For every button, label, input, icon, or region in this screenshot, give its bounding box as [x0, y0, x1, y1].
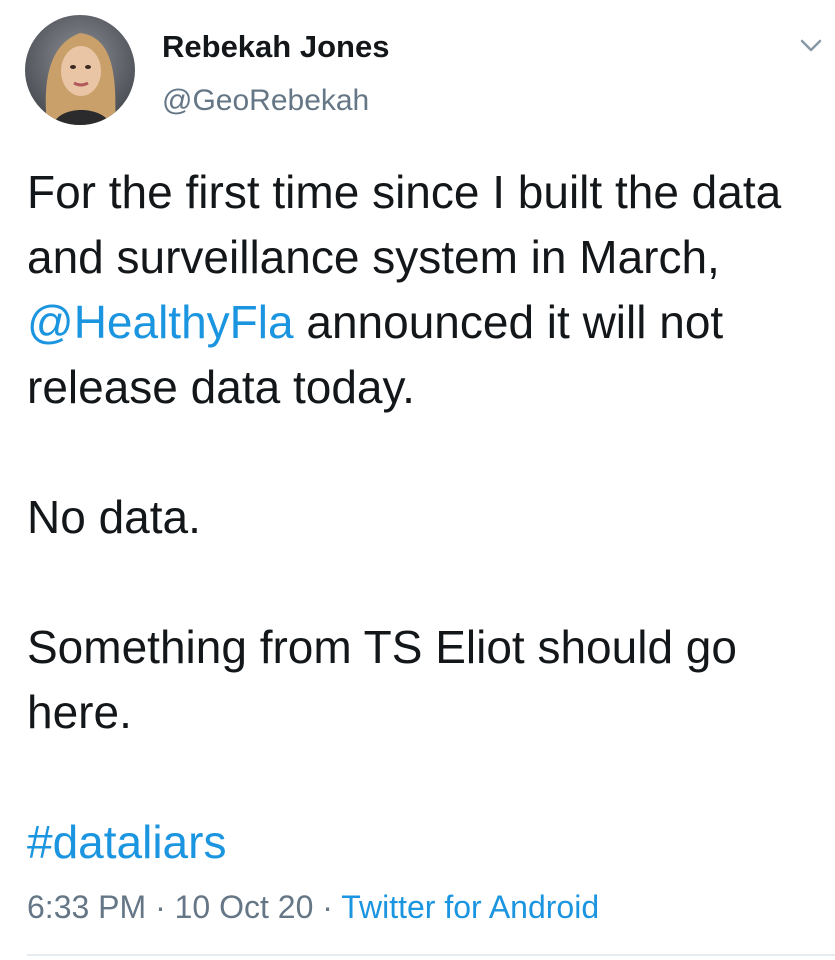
- chevron-down-icon[interactable]: [796, 34, 826, 58]
- tweet-card: Rebekah Jones @GeoRebekah For the first …: [0, 0, 835, 960]
- avatar-image: [25, 15, 135, 125]
- tweet-paragraph-3: Something from TS Eliot should go here.: [27, 621, 737, 738]
- user-names: Rebekah Jones @GeoRebekah: [162, 29, 389, 119]
- tweet-header: Rebekah Jones @GeoRebekah: [25, 15, 389, 127]
- tweet-paragraph-1: For the first time since I built the dat…: [27, 160, 827, 420]
- mention-link[interactable]: @HealthyFla: [27, 296, 294, 348]
- display-name[interactable]: Rebekah Jones: [162, 29, 389, 65]
- meta-separator: ·: [313, 889, 342, 925]
- avatar[interactable]: [25, 15, 135, 125]
- hashtag-line: #dataliars: [27, 810, 226, 875]
- user-handle[interactable]: @GeoRebekah: [162, 83, 389, 119]
- tweet-source-link[interactable]: Twitter for Android: [341, 889, 599, 925]
- tweet-meta: 6:33 PM · 10 Oct 20 · Twitter for Androi…: [27, 885, 599, 929]
- hashtag-link[interactable]: #dataliars: [27, 816, 226, 868]
- tweet-text: For the first time since I built the dat…: [27, 160, 827, 745]
- tweet-date[interactable]: 10 Oct 20: [175, 889, 314, 925]
- divider: [27, 954, 835, 956]
- tweet-text-segment: For the first time since I built the dat…: [27, 166, 782, 283]
- tweet-time[interactable]: 6:33 PM: [27, 889, 146, 925]
- meta-separator: ·: [146, 889, 175, 925]
- tweet-paragraph-2: No data.: [27, 491, 201, 543]
